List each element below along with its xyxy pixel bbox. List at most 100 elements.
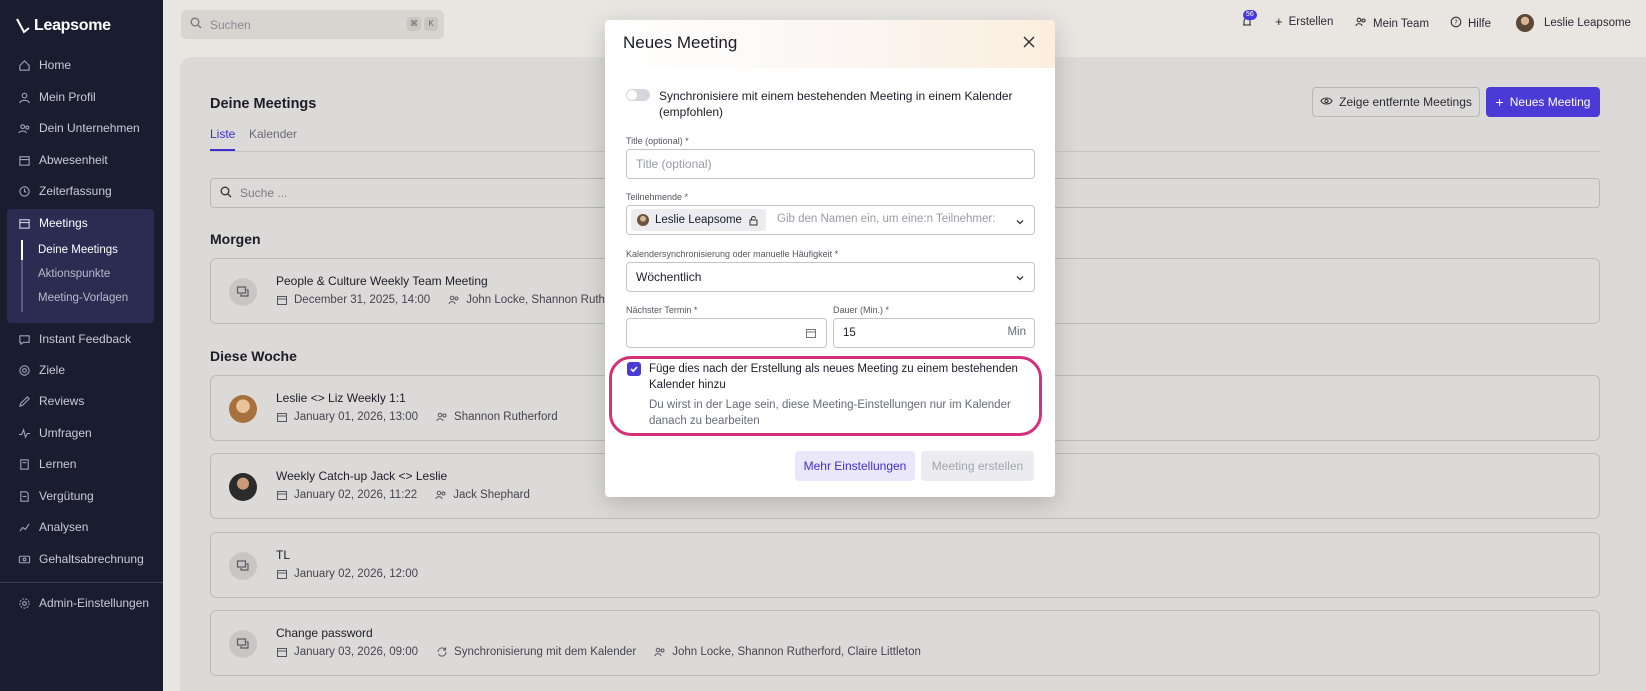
sidebar-item-company[interactable]: Dein Unternehmen xyxy=(18,119,140,137)
participants-placeholder: Gib den Namen ein, um eine:n Teilnehmer:… xyxy=(777,213,995,225)
user-name: Leslie Leapsome xyxy=(1544,17,1631,29)
sidebar-subitem-action-items[interactable]: Aktionspunkte xyxy=(38,268,110,280)
meeting-participants: Shannon Rutherford xyxy=(454,411,558,423)
sidebar-item-compensation[interactable]: Vergütung xyxy=(18,487,94,505)
tab-list[interactable]: Liste xyxy=(210,127,235,141)
meeting-date: January 03, 2026, 09:00 xyxy=(294,646,419,658)
frequency-value: Wöchentlich xyxy=(636,270,702,284)
lock-icon xyxy=(749,215,758,225)
pulse-icon xyxy=(18,427,31,440)
tab-calendar[interactable]: Kalender xyxy=(249,127,297,141)
meeting-card[interactable]: Change password January 03, 2026, 09:00 … xyxy=(210,610,1600,676)
sidebar-subitem-meeting-templates[interactable]: Meeting-Vorlagen xyxy=(38,292,128,304)
meeting-meta: December 31, 2025, 14:00 John Locke, Sha… xyxy=(276,294,635,306)
sidebar-item-label: Gehaltsabrechnung xyxy=(39,552,144,566)
home-icon xyxy=(18,59,31,72)
frequency-select[interactable]: Wöchentlich xyxy=(626,262,1035,292)
sidebar-item-label: Umfragen xyxy=(39,426,92,440)
add-to-calendar-checkbox[interactable] xyxy=(627,362,641,376)
sidebar-item-time-tracking[interactable]: Zeiterfassung xyxy=(18,182,112,200)
sidebar-item-home[interactable]: Home xyxy=(18,56,71,74)
calendar-sync-toggle[interactable] xyxy=(626,89,650,101)
add-to-calendar-help: Du wirst in der Lage sein, diese Meeting… xyxy=(649,399,1011,427)
add-to-calendar-label: Füge dies nach der Erstellung als neues … xyxy=(649,363,1018,391)
title-input[interactable]: Title (optional) xyxy=(626,149,1035,179)
plus-icon: + xyxy=(1275,14,1283,29)
participants-icon xyxy=(448,295,459,305)
sidebar-item-admin-settings[interactable]: Admin-Einstellungen xyxy=(18,594,149,612)
participants-icon xyxy=(436,412,447,422)
new-meeting-button[interactable]: + Neues Meeting xyxy=(1486,87,1600,117)
sidebar: Leapsome Home Mein Profil Dein Unternehm… xyxy=(0,0,163,691)
clock-icon xyxy=(18,185,31,198)
chevron-down-icon xyxy=(1016,276,1024,281)
frequency-field-label: Kalendersynchronisierung oder manuelle H… xyxy=(626,249,839,259)
sidebar-item-label: Meetings xyxy=(39,216,88,230)
calendar-sync-label: Synchronisiere mit einem bestehenden Mee… xyxy=(659,89,1013,119)
search-placeholder: Suche ... xyxy=(240,186,288,200)
my-team-label: Mein Team xyxy=(1373,17,1430,30)
sidebar-divider xyxy=(0,582,163,583)
sidebar-item-instant-feedback[interactable]: Instant Feedback xyxy=(18,330,131,348)
chart-icon xyxy=(18,521,31,534)
sidebar-item-label: Zeiterfassung xyxy=(39,184,112,198)
participants-input[interactable]: Leslie Leapsome Gib den Namen ein, um ei… xyxy=(626,205,1035,235)
meeting-meta: January 01, 2026, 13:00 Shannon Rutherfo… xyxy=(276,411,558,423)
user-menu[interactable]: Leslie Leapsome xyxy=(1516,14,1631,32)
show-removed-meetings-button[interactable]: Zeige entfernte Meetings xyxy=(1312,87,1480,117)
more-settings-button[interactable]: Mehr Einstellungen xyxy=(795,451,915,481)
section-tomorrow: Morgen xyxy=(210,231,261,247)
payroll-icon xyxy=(18,553,31,566)
help-icon: ? xyxy=(1450,16,1462,31)
meeting-date: December 31, 2025, 14:00 xyxy=(294,294,431,306)
participant-chip[interactable]: Leslie Leapsome xyxy=(631,209,766,231)
sidebar-subitem-my-meetings[interactable]: Deine Meetings xyxy=(38,244,118,256)
next-date-input[interactable] xyxy=(626,318,827,348)
sidebar-item-absence[interactable]: Abwesenheit xyxy=(18,151,108,169)
show-removed-label: Zeige entfernte Meetings xyxy=(1339,95,1472,109)
user-icon xyxy=(18,91,31,104)
sidebar-item-profile[interactable]: Mein Profil xyxy=(18,88,96,106)
pen-icon xyxy=(18,395,31,408)
calendar-icon xyxy=(18,154,31,167)
leapsome-logo[interactable]: Leapsome xyxy=(16,17,111,35)
help-button[interactable]: ? Hilfe xyxy=(1450,16,1491,31)
calendar-icon xyxy=(277,570,287,579)
meeting-sync-status: Synchronisierung mit dem Kalender xyxy=(454,646,637,658)
participant-avatar xyxy=(229,395,257,423)
sidebar-item-goals[interactable]: Ziele xyxy=(18,361,65,379)
global-search-input[interactable]: Suchen ⌘ K xyxy=(181,10,444,39)
meetings-icon xyxy=(18,217,31,230)
meeting-chat-icon xyxy=(229,552,257,580)
sidebar-item-reviews[interactable]: Reviews xyxy=(18,392,84,410)
sidebar-item-payroll[interactable]: Gehaltsabrechnung xyxy=(18,550,144,568)
feedback-icon xyxy=(18,333,31,346)
company-icon xyxy=(18,122,31,135)
create-meeting-button[interactable]: Meeting erstellen xyxy=(921,451,1034,481)
duration-input[interactable]: 15 Min xyxy=(833,318,1035,348)
sidebar-item-analytics[interactable]: Analysen xyxy=(18,518,88,536)
sidebar-item-learning[interactable]: Lernen xyxy=(18,455,76,473)
my-team-button[interactable]: Mein Team xyxy=(1355,16,1429,31)
sidebar-item-label: Admin-Einstellungen xyxy=(39,596,150,610)
participants-icon xyxy=(654,647,665,657)
sidebar-item-meetings[interactable]: Meetings xyxy=(18,214,88,232)
sync-icon xyxy=(437,647,447,657)
kbd-k: K xyxy=(424,17,438,31)
search-icon xyxy=(220,186,232,201)
duration-unit: Min xyxy=(1007,326,1026,338)
submenu-active-indicator xyxy=(21,240,23,260)
sidebar-item-label: Analysen xyxy=(39,520,89,534)
sidebar-item-surveys[interactable]: Umfragen xyxy=(18,424,92,442)
chevron-down-icon[interactable] xyxy=(1015,217,1025,227)
sidebar-item-label: Vergütung xyxy=(39,489,94,503)
create-button[interactable]: + Erstellen xyxy=(1275,14,1333,29)
section-this-week: Diese Woche xyxy=(210,348,297,364)
meeting-card[interactable]: TL January 02, 2026, 12:00 xyxy=(210,532,1600,598)
search-icon xyxy=(190,17,202,32)
calendar-icon[interactable] xyxy=(805,327,817,339)
close-icon[interactable] xyxy=(1021,34,1037,50)
meeting-chat-icon xyxy=(229,630,257,658)
svg-text:?: ? xyxy=(1454,19,1458,27)
meeting-title: Weekly Catch-up Jack <> Leslie xyxy=(276,469,448,483)
